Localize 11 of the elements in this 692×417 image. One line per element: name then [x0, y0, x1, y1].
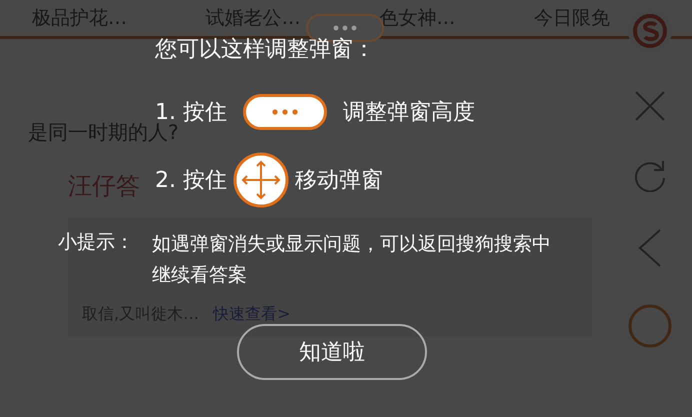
tip-label: 小提示： — [58, 230, 134, 255]
tip-text: 如遇弹窗消失或显示问题，可以返回搜狗搜索中 — [152, 232, 551, 257]
tip-text: 继续看答案 — [152, 263, 247, 288]
guide-title: 您可以这样调整弹窗： — [155, 36, 375, 64]
got-it-button[interactable]: 知道啦 — [237, 324, 427, 380]
step-label: 1. 按住 — [155, 99, 227, 125]
step-action: 调整弹窗高度 — [342, 99, 475, 127]
move-icon — [232, 152, 289, 208]
drag-handle-icon — [242, 94, 327, 130]
step-action: 移动弹窗 — [294, 167, 383, 195]
step-label: 2. 按住 — [155, 167, 227, 195]
